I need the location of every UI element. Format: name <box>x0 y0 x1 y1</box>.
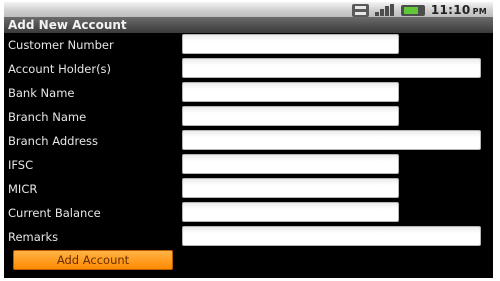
micr-input[interactable] <box>182 178 399 198</box>
ifsc-row: IFSC <box>4 154 493 178</box>
ifsc-input[interactable] <box>182 154 399 174</box>
title-bar: Add New Account <box>4 17 493 33</box>
bank-name-input[interactable] <box>182 82 399 102</box>
current-balance-row: Current Balance <box>4 202 493 226</box>
clock: 11:10 PM <box>431 3 487 17</box>
current-balance-input[interactable] <box>182 202 399 222</box>
status-icons: 11:10 PM <box>351 3 487 17</box>
signal-icon <box>374 4 395 16</box>
status-bar: 11:10 PM <box>4 2 493 17</box>
branch-name-row: Branch Name <box>4 106 493 130</box>
clock-ampm: PM <box>472 7 487 16</box>
remarks-row: Remarks <box>4 226 493 250</box>
remarks-label: Remarks <box>8 230 59 244</box>
branch-address-input[interactable] <box>182 130 481 150</box>
branch-address-row: Branch Address <box>4 130 493 154</box>
micr-label: MICR <box>8 182 38 196</box>
micr-row: MICR <box>4 178 493 202</box>
page-title: Add New Account <box>8 18 127 32</box>
clock-time: 11:10 <box>430 3 471 17</box>
account-holders-row: Account Holder(s) <box>4 58 493 82</box>
remarks-input[interactable] <box>182 226 481 246</box>
battery-icon <box>400 4 425 16</box>
add-account-button[interactable]: Add Account <box>13 250 173 270</box>
ifsc-label: IFSC <box>8 158 34 172</box>
branch-name-input[interactable] <box>182 106 399 126</box>
current-balance-label: Current Balance <box>8 206 101 220</box>
phone-screen: 11:10 PM Add New Account Customer Number … <box>4 2 493 278</box>
account-holders-label: Account Holder(s) <box>8 62 112 76</box>
notification-icon <box>351 3 369 17</box>
account-holders-input[interactable] <box>182 58 481 78</box>
branch-address-label: Branch Address <box>8 134 99 148</box>
customer-number-input[interactable] <box>182 34 399 54</box>
bank-name-row: Bank Name <box>4 82 493 106</box>
customer-number-row: Customer Number <box>4 34 493 58</box>
customer-number-label: Customer Number <box>8 38 114 52</box>
bank-name-label: Bank Name <box>8 86 75 100</box>
branch-name-label: Branch Name <box>8 110 87 124</box>
